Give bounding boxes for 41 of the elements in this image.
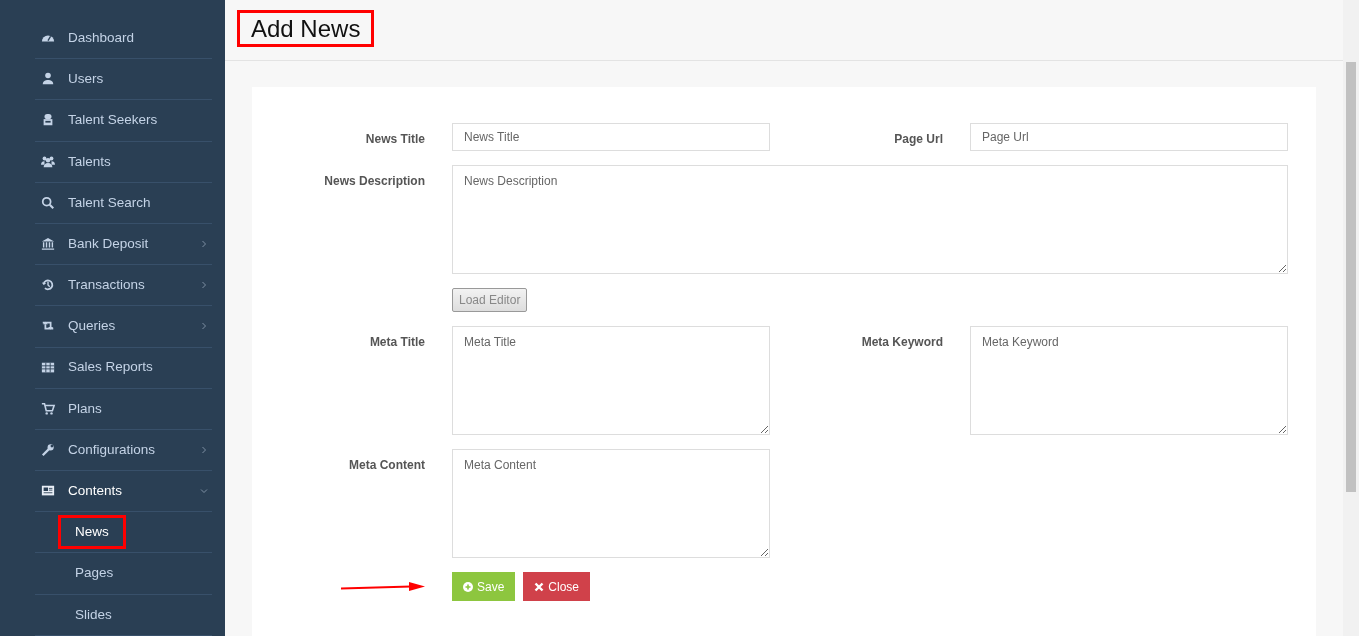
scrollbar[interactable] [1343, 0, 1359, 636]
people-icon [40, 154, 56, 169]
scrollbar-thumb[interactable] [1346, 62, 1356, 492]
input-field[interactable]: Page Url [970, 123, 1288, 151]
submenu-item[interactable]: Slides [60, 599, 127, 630]
sidebar-item[interactable]: Configurations [35, 429, 212, 472]
text-area[interactable]: News Description [452, 165, 1288, 274]
sidebar-item[interactable]: Users [35, 59, 212, 101]
field-label: Meta Title [368, 334, 425, 351]
sidebar-item[interactable]: Bank Deposit [35, 223, 212, 266]
plus-circle-icon [463, 581, 473, 592]
sidebar-item[interactable]: Transactions [35, 265, 212, 307]
sidebar-item[interactable]: Talent Seekers [35, 100, 212, 142]
cart-icon [40, 401, 56, 416]
search-icon [40, 195, 56, 210]
field-label: Meta Content [348, 457, 425, 474]
person-icon [40, 72, 56, 87]
field-label: News Title [364, 131, 425, 148]
field-label: News Description [323, 173, 425, 190]
sidebar-item[interactable]: Talents [35, 141, 212, 183]
sidebar-item[interactable]: Plans [35, 388, 212, 430]
submenu-item[interactable]: Pages [60, 558, 129, 589]
sidebar-item[interactable]: Queries [35, 306, 212, 348]
text-area[interactable]: Meta Title [452, 326, 770, 435]
text-area[interactable]: Meta Content [452, 449, 770, 558]
text-area[interactable]: Meta Keyword [970, 326, 1288, 435]
field-label: Meta Keyword [860, 334, 943, 351]
sidebar-item[interactable]: Sales Reports [35, 347, 212, 389]
bank-icon [40, 237, 56, 252]
page-title: Add News [239, 12, 373, 45]
submenu-item[interactable]: News [60, 517, 124, 548]
history-icon [40, 278, 56, 293]
table-icon [40, 360, 56, 375]
sidebar-item[interactable]: Dashboard [35, 18, 212, 60]
input-field[interactable]: News Title [452, 123, 770, 151]
sidebar-item[interactable]: Talent Search [35, 182, 212, 224]
sidebar-item[interactable]: Contents [35, 471, 212, 513]
wrench-icon [40, 442, 56, 457]
close-icon [534, 581, 545, 592]
close-button[interactable]: Close [523, 572, 591, 601]
field-label: Page Url [893, 131, 943, 148]
